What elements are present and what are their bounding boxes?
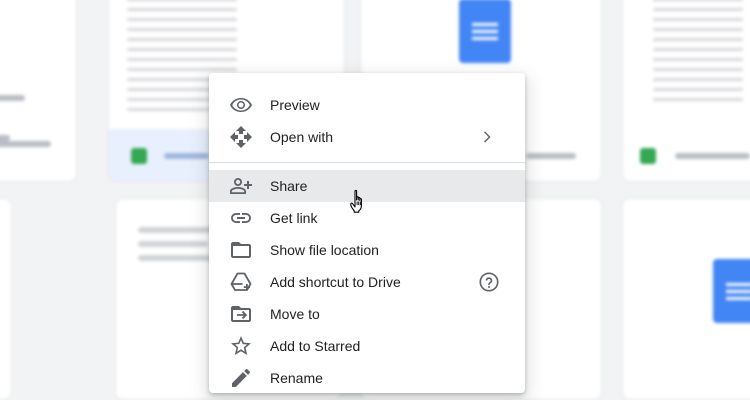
menu-item-move-to[interactable]: Move to: [209, 298, 525, 330]
menu-item-add-shortcut-to-drive[interactable]: Add shortcut to Drive: [209, 266, 525, 298]
menu-item-show-file-location[interactable]: Show file location: [209, 234, 525, 266]
sheets-file-icon: [131, 148, 147, 164]
blurred-text: [138, 227, 218, 233]
blurred-text: [0, 135, 10, 141]
blurred-text: [138, 241, 208, 247]
menu-item-rename[interactable]: Rename: [209, 362, 525, 394]
menu-item-preview[interactable]: Preview: [209, 89, 525, 121]
menu-item-label: Add shortcut to Drive: [270, 274, 401, 290]
file-context-menu: Preview Open with Share Get link Show fi…: [209, 73, 525, 393]
menu-divider: [209, 162, 525, 163]
menu-item-label: Rename: [270, 370, 323, 386]
file-card[interactable]: [622, 0, 750, 182]
help-circle-icon[interactable]: [478, 271, 500, 293]
blurred-filename: [164, 153, 209, 159]
menu-item-label: Move to: [270, 306, 320, 322]
blurred-text: [526, 153, 576, 159]
menu-item-label: Preview: [270, 97, 320, 113]
blurred-text: [138, 255, 213, 261]
menu-item-add-to-starred[interactable]: Add to Starred: [209, 330, 525, 362]
person-add-icon: [229, 174, 253, 198]
docs-file-icon: [713, 259, 750, 323]
star-outline-icon: [229, 334, 253, 358]
menu-item-open-with[interactable]: Open with: [209, 121, 525, 153]
chevron-right-icon: [474, 125, 498, 149]
menu-item-label: Open with: [270, 129, 334, 145]
file-thumbnail: [653, 0, 743, 111]
blurred-text: [0, 95, 25, 101]
sheets-file-icon: [640, 148, 656, 164]
menu-item-label: Get link: [270, 210, 318, 226]
docs-file-icon: [459, 0, 511, 63]
link-icon: [229, 206, 253, 230]
file-card[interactable]: [0, 198, 12, 400]
menu-item-label: Share: [270, 178, 308, 194]
file-card[interactable]: [622, 198, 750, 400]
pencil-icon: [229, 366, 253, 390]
eye-icon: [229, 93, 253, 117]
move-arrows-icon: [229, 125, 253, 149]
menu-item-label: Show file location: [270, 242, 379, 258]
blurred-filename: [675, 153, 750, 159]
drive-shortcut-icon: [229, 270, 253, 294]
folder-icon: [229, 238, 253, 262]
file-card[interactable]: [0, 0, 77, 182]
move-to-folder-icon: [229, 302, 253, 326]
hand-cursor-icon: [350, 189, 362, 213]
menu-item-label: Add to Starred: [270, 338, 361, 354]
blurred-text: [0, 141, 51, 147]
